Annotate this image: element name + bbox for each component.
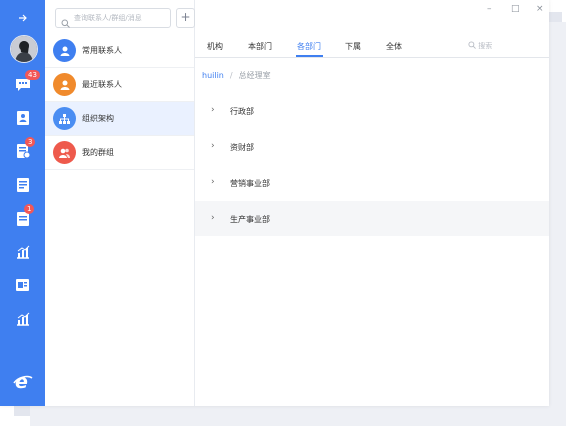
reports-doc-icon[interactable] (0, 204, 45, 234)
collapse-arrow-icon[interactable] (0, 3, 45, 33)
chevron-right-icon: › (211, 177, 215, 187)
contact-search-input[interactable]: 查询联系人/群组/消息 (74, 13, 142, 23)
contacts-book-icon[interactable] (0, 103, 45, 133)
search-icon (468, 41, 476, 49)
contacts-panel: 查询联系人/群组/消息 + 常用联系人 最近联系人 组织架构 我的群组 (45, 0, 195, 406)
browser-e-icon[interactable]: e (0, 366, 45, 396)
contact-item-label: 组织架构 (82, 114, 114, 123)
notes-icon[interactable] (0, 170, 45, 200)
app-window: 43 3 1 e 查询联系人/群组/消息 + 常用联系人 最近联系人 组织架构 … (0, 0, 549, 406)
department-row[interactable]: › 生产事业部 (195, 201, 549, 236)
main-search[interactable]: 搜索 (468, 41, 492, 51)
contact-item-frequent[interactable]: 常用联系人 (45, 34, 194, 68)
breadcrumb-root[interactable]: huilin (202, 71, 224, 80)
contact-item-groups[interactable]: 我的群组 (45, 136, 194, 170)
add-button[interactable]: + (176, 8, 195, 28)
org-chart-icon (53, 107, 76, 130)
breadcrumb-current: 总经理室 (238, 71, 271, 80)
user-avatar[interactable] (10, 35, 38, 63)
main-search-placeholder: 搜索 (478, 42, 493, 50)
department-row[interactable]: › 资财部 (195, 129, 549, 164)
breadcrumb-separator: / (229, 71, 233, 80)
tab-bar: 机构 本部门 各部门 下属 全体 搜索 (195, 36, 549, 58)
maximize-button[interactable]: □ (511, 4, 520, 14)
mail-doc-icon[interactable] (0, 270, 45, 300)
approval-doc-icon[interactable] (0, 136, 45, 166)
main-panel: – □ × 机构 本部门 各部门 下属 全体 搜索 huilin / 总经理室 › … (195, 0, 549, 406)
group-icon (53, 141, 76, 164)
department-row[interactable]: › 营销事业部 (195, 165, 549, 200)
left-rail: 43 3 1 e (0, 0, 45, 406)
department-name: 行政部 (230, 107, 254, 116)
analytics-chart-icon[interactable] (0, 304, 45, 334)
minimize-button[interactable]: – (487, 4, 492, 14)
tab-institution[interactable]: 机构 (207, 41, 223, 52)
svg-text:e: e (15, 371, 28, 391)
contact-item-label: 常用联系人 (82, 46, 122, 55)
person-icon (53, 39, 76, 62)
department-name: 生产事业部 (230, 215, 270, 224)
department-name: 营销事业部 (230, 179, 270, 188)
contact-item-label: 最近联系人 (82, 80, 122, 89)
close-button[interactable]: × (536, 4, 544, 14)
person-icon (53, 73, 76, 96)
tab-my-department[interactable]: 本部门 (248, 41, 272, 52)
search-icon (61, 13, 70, 32)
department-name: 资财部 (230, 143, 254, 152)
chevron-right-icon: › (211, 141, 215, 151)
active-tab-underline (296, 55, 323, 57)
contact-search-box[interactable]: 查询联系人/群组/消息 (55, 8, 171, 28)
breadcrumb: huilin / 总经理室 (202, 70, 271, 81)
department-row[interactable]: › 行政部 (195, 93, 549, 128)
tab-all-departments[interactable]: 各部门 (297, 41, 321, 52)
contact-item-org[interactable]: 组织架构 (45, 102, 194, 136)
tab-everyone[interactable]: 全体 (386, 41, 402, 52)
contact-item-recent[interactable]: 最近联系人 (45, 68, 194, 102)
chevron-right-icon: › (211, 213, 215, 223)
contact-item-label: 我的群组 (82, 148, 114, 157)
messages-badge: 43 (25, 70, 40, 80)
chevron-right-icon: › (211, 105, 215, 115)
statistics-chart-icon[interactable] (0, 237, 45, 267)
tab-subordinates[interactable]: 下属 (345, 41, 361, 52)
